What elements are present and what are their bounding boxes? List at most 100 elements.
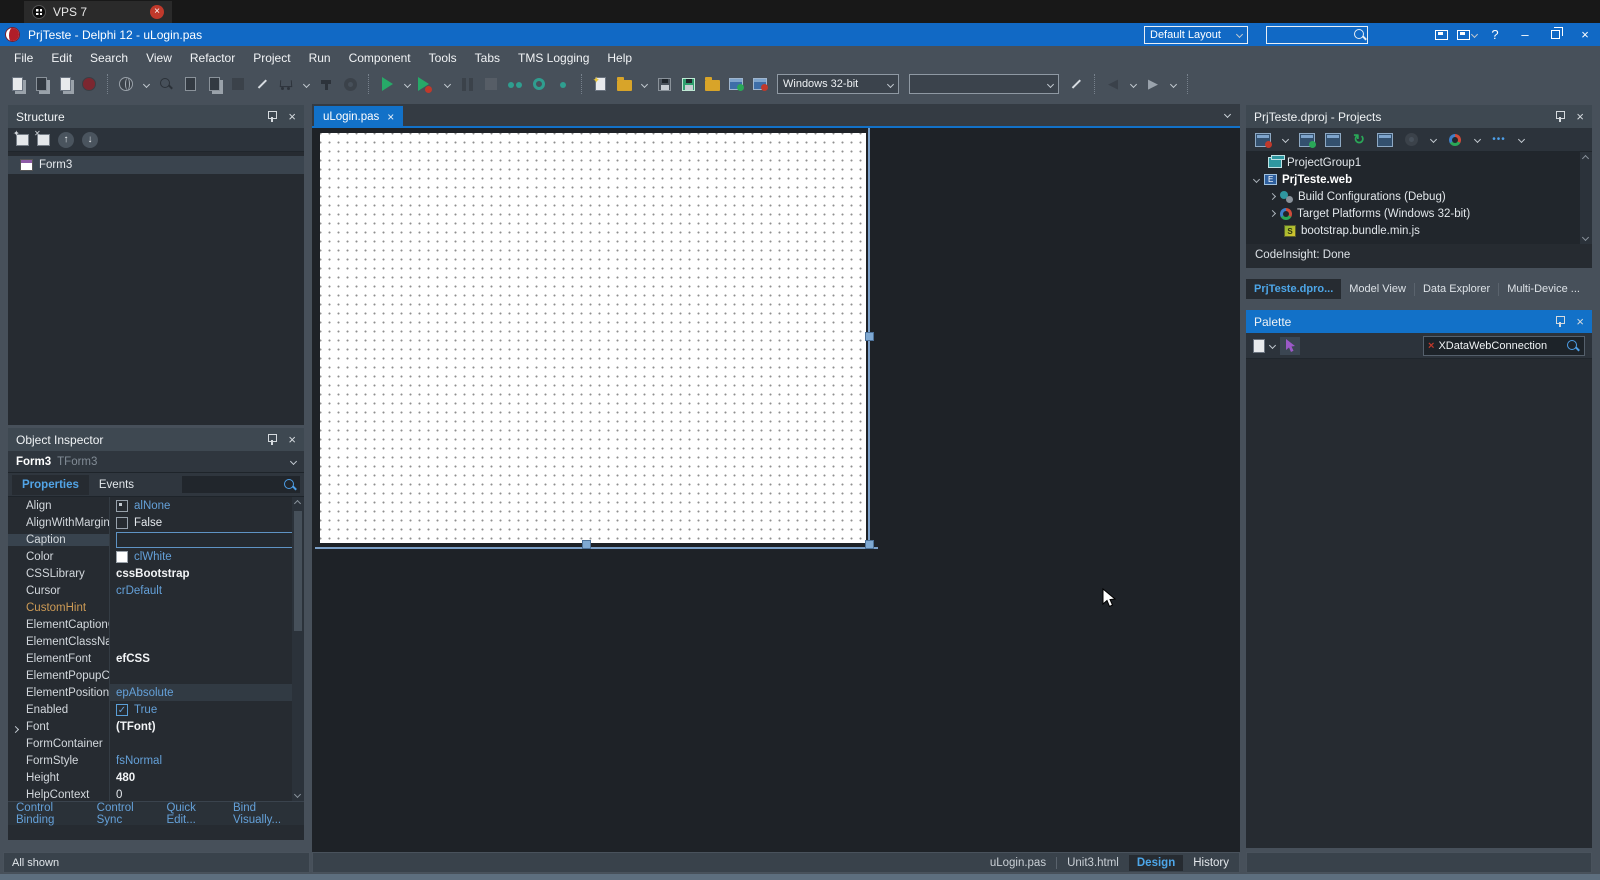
close-icon[interactable]: × [1576, 314, 1584, 329]
property-row-elementposition[interactable]: ElementPosition epAbsolute [8, 684, 304, 701]
layout-select[interactable]: Default Layout [1144, 25, 1248, 44]
delete-item-icon[interactable] [34, 129, 50, 146]
ide-search-box[interactable] [1266, 25, 1368, 44]
property-row-elementpopupclassname[interactable]: ElementPopupCla [8, 667, 304, 684]
properties-scrollbar[interactable] [292, 497, 304, 801]
property-row-font[interactable]: Font (TFont) [8, 718, 304, 735]
property-row-elementcaptionclassname[interactable]: ElementCaptionC [8, 616, 304, 633]
resize-handle-bottom[interactable] [582, 540, 591, 549]
more-chevron-icon[interactable] [1514, 128, 1528, 152]
menu-project[interactable]: Project [244, 48, 299, 68]
platforms-chevron-icon[interactable] [1470, 128, 1484, 152]
back-chevron-icon[interactable] [1126, 72, 1140, 96]
expand-icon[interactable] [1268, 209, 1277, 218]
os-tab[interactable]: VPS 7 × [24, 1, 172, 23]
property-row-formstyle[interactable]: FormStyle fsNormal [8, 752, 304, 769]
tree-item-projectgroup[interactable]: ProjectGroup1 [1246, 154, 1592, 171]
link-control-sync[interactable]: Control Sync [97, 802, 153, 826]
options-chevron-icon[interactable] [1426, 128, 1440, 152]
run-button[interactable] [376, 72, 398, 96]
property-row-alignwithmargin[interactable]: AlignWithMargin False [8, 514, 304, 531]
tree-item-bootstrap-js[interactable]: S bootstrap.bundle.min.js [1246, 222, 1592, 239]
build-config-select[interactable] [909, 74, 1059, 94]
menu-tms-logging[interactable]: TMS Logging [509, 48, 598, 68]
new-item-icon[interactable] [13, 129, 29, 146]
property-row-csslibrary[interactable]: CSSLibrary cssBootstrap [8, 565, 304, 582]
menu-view[interactable]: View [137, 48, 181, 68]
structure-item-form3[interactable]: Form3 [8, 156, 304, 174]
categories-icon[interactable] [1253, 338, 1265, 353]
open-project-icon[interactable] [701, 72, 723, 96]
checkbox-unchecked-icon[interactable] [116, 516, 128, 529]
property-row-formcontainer[interactable]: FormContainer [8, 735, 304, 752]
unit-list-icon[interactable] [1252, 128, 1274, 152]
unit-chevron-icon[interactable] [1278, 128, 1292, 152]
property-row-color[interactable]: Color clWhite [8, 548, 304, 565]
link-quick-edit[interactable]: Quick Edit... [166, 802, 219, 826]
gear-dim-icon[interactable] [339, 72, 361, 96]
palette-search-input[interactable] [1438, 339, 1562, 352]
remove-from-project-icon[interactable] [749, 72, 771, 96]
bottom-tab-ulogin[interactable]: uLogin.pas [990, 857, 1046, 869]
pin-icon[interactable] [267, 433, 278, 446]
brand-sphere-icon[interactable] [78, 72, 100, 96]
move-up-icon[interactable]: ↑ [58, 131, 74, 148]
tab-properties[interactable]: Properties [12, 474, 89, 495]
refresh-icon[interactable]: ↻ [1348, 128, 1370, 152]
duplicate-icon[interactable] [54, 72, 76, 96]
menu-search[interactable]: Search [81, 48, 137, 68]
hammer-icon[interactable] [315, 72, 337, 96]
property-row-caption[interactable]: Caption [8, 531, 304, 548]
pin-icon[interactable] [1555, 315, 1566, 328]
expand-icon[interactable] [1268, 192, 1277, 201]
tree-item-build-configurations[interactable]: Build Configurations (Debug) [1246, 188, 1592, 205]
ide-search-input[interactable] [1267, 28, 1353, 41]
object-selector[interactable]: Form3 TForm3 [8, 451, 304, 473]
menu-component[interactable]: Component [340, 48, 420, 68]
tab-ulogin-pas[interactable]: uLogin.pas × [314, 106, 404, 128]
property-row-align[interactable]: Align alNone [8, 497, 304, 514]
more-icon[interactable]: ••• [1488, 128, 1510, 152]
pause-button[interactable] [456, 72, 478, 96]
property-row-cursor[interactable]: Cursor crDefault [8, 582, 304, 599]
menu-help[interactable]: Help [598, 48, 641, 68]
cart-chevron-icon[interactable] [299, 72, 313, 96]
property-search-input[interactable] [182, 478, 283, 491]
close-button[interactable]: × [1570, 23, 1600, 46]
tree-item-prjteste-web[interactable]: PrjTeste.web [1246, 171, 1592, 188]
save-icon[interactable] [653, 72, 675, 96]
sort-icon[interactable] [1374, 128, 1396, 152]
expand-icon[interactable] [11, 725, 20, 733]
pin-icon[interactable] [1555, 110, 1566, 123]
close-icon[interactable]: × [288, 432, 296, 447]
bottom-tab-unit3-html[interactable]: Unit3.html [1067, 857, 1119, 869]
bottom-tab-design[interactable]: Design [1128, 854, 1184, 871]
close-icon[interactable]: × [1576, 109, 1584, 124]
link-bind-visually[interactable]: Bind Visually... [233, 802, 296, 826]
restore-button[interactable] [1540, 23, 1570, 46]
pin-icon[interactable] [267, 110, 278, 123]
checkbox-checked-icon[interactable]: ✓ [116, 703, 128, 716]
help-button[interactable]: ? [1480, 23, 1510, 46]
menu-file[interactable]: File [5, 48, 42, 68]
cart-icon[interactable] [275, 72, 297, 96]
run-debug-button[interactable] [416, 72, 438, 96]
step-over-icon[interactable] [504, 72, 526, 96]
tab-data-explorer[interactable]: Data Explorer [1415, 279, 1498, 299]
property-row-customhint[interactable]: CustomHint [8, 599, 304, 616]
run-chevron-icon[interactable] [400, 72, 414, 96]
resize-handle-corner[interactable] [865, 540, 874, 549]
scrollbar-thumb[interactable] [294, 511, 302, 631]
navigate-forward-icon[interactable]: ▶ [1142, 72, 1164, 96]
form-designer[interactable] [312, 128, 1240, 853]
menu-tools[interactable]: Tools [420, 48, 466, 68]
collapse-icon[interactable] [1252, 175, 1261, 184]
menu-tabs[interactable]: Tabs [466, 48, 509, 68]
browse-chevron-icon[interactable] [139, 72, 153, 96]
minimize-button[interactable]: – [1510, 23, 1540, 46]
categories-chevron-icon[interactable] [1268, 341, 1277, 350]
open-folder-icon[interactable] [613, 72, 635, 96]
layout-editor-icon[interactable] [1428, 23, 1454, 46]
save-all-icon[interactable] [677, 72, 699, 96]
property-row-elementfont[interactable]: ElementFont efCSS [8, 650, 304, 667]
